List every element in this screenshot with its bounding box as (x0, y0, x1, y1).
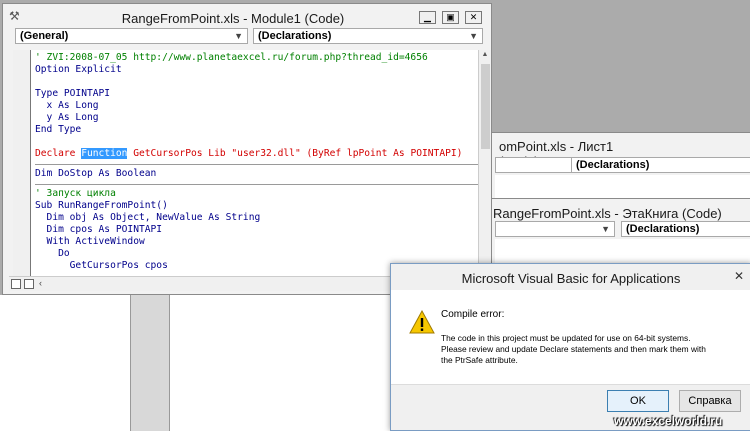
close-button[interactable]: ✕ (465, 11, 482, 24)
code-line: Sub RunRangeFromPoint() (35, 200, 168, 211)
procedure-separator (35, 164, 479, 165)
procedure-view-icon[interactable] (11, 279, 21, 289)
module-view-icon[interactable] (24, 279, 34, 289)
margin-indicator-bar[interactable] (13, 50, 30, 276)
vertical-scrollbar[interactable]: ▲ (478, 50, 491, 276)
declare-keyword: Declare (35, 148, 82, 159)
restore-button[interactable]: ▣ (442, 11, 459, 24)
code-line-error: Declare Function GetCursorPos Lib "user3… (35, 148, 479, 160)
chevron-down-icon: ▼ (469, 31, 478, 41)
thisbook-window-title: RangeFromPoint.xls - ЭтаКнига (Code) (493, 206, 722, 221)
selected-word: Function (81, 148, 128, 159)
object-combo[interactable]: (General) ▼ (15, 28, 248, 44)
code-editor[interactable]: ' ZVI:2008-07_05 http://www.planetaexcel… (30, 50, 479, 276)
code-line: ' Запуск цикла (35, 188, 116, 199)
module1-window-title: RangeFromPoint.xls - Module1 (Code) (121, 11, 345, 26)
dialog-message-line: The code in this project must be updated… (441, 333, 691, 343)
dialog-message-line: Please review and update Declare stateme… (441, 344, 706, 354)
compile-error-dialog[interactable]: Microsoft Visual Basic for Applications … (390, 263, 750, 431)
scroll-up-icon[interactable]: ▲ (480, 51, 490, 61)
mdi-white-strip (0, 295, 390, 431)
thisbook-right-combo-value: (Declarations) (626, 223, 700, 235)
code-line: Dim obj As Object, NewValue As String (35, 212, 261, 223)
code-line: x As Long (35, 100, 99, 111)
declare-rest: GetCursorPos Lib "user32.dll" (ByRef lpP… (127, 148, 463, 159)
thisbook-left-combo[interactable]: ▼ (495, 221, 615, 237)
scroll-left-icon[interactable]: ‹ (39, 278, 42, 288)
watermark: www.excelworld.ru (614, 414, 723, 428)
code-line: Dim cpos As POINTAPI (35, 224, 163, 235)
code-line: Do (35, 248, 70, 259)
help-button[interactable]: Справка (679, 390, 741, 412)
module1-code-window[interactable]: ⚒ RangeFromPoint.xls - Module1 (Code) ▁ … (2, 3, 492, 295)
code-line: End Type (35, 124, 82, 135)
warning-icon (409, 309, 435, 334)
code-line: With ActiveWindow (35, 236, 145, 247)
procedure-combo[interactable]: (Declarations) ▼ (253, 28, 483, 44)
sheet1-right-combo[interactable]: (Declarations) (571, 157, 750, 173)
code-line: ' ZVI:2008-07_05 http://www.planetaexcel… (35, 52, 428, 63)
sheet1-right-combo-value: (Declarations) (576, 159, 650, 171)
code-line: Dim DoStop As Boolean (35, 168, 157, 179)
scroll-thumb[interactable] (481, 64, 490, 149)
chevron-down-icon: ▼ (601, 224, 610, 234)
dialog-heading: Compile error: (441, 309, 505, 320)
dialog-title: Microsoft Visual Basic for Applications (461, 271, 681, 286)
procedure-separator (35, 184, 479, 185)
vba-app-icon: ⚒ (9, 9, 20, 23)
thisbook-right-combo[interactable]: (Declarations) (621, 221, 750, 237)
mdi-gray-bar (130, 295, 170, 431)
code-line: y As Long (35, 112, 99, 123)
chevron-down-icon: ▼ (234, 31, 243, 41)
procedure-combo-value: (Declarations) (258, 30, 332, 42)
dialog-close-button[interactable]: ✕ (731, 269, 747, 285)
code-line: Type POINTAPI (35, 88, 111, 99)
object-combo-value: (General) (20, 30, 69, 42)
minimize-button[interactable]: ▁ (419, 11, 436, 24)
dialog-message-line: the PtrSafe attribute. (441, 355, 518, 365)
code-line: Option Explicit (35, 64, 122, 75)
ok-button[interactable]: OK (607, 390, 669, 412)
